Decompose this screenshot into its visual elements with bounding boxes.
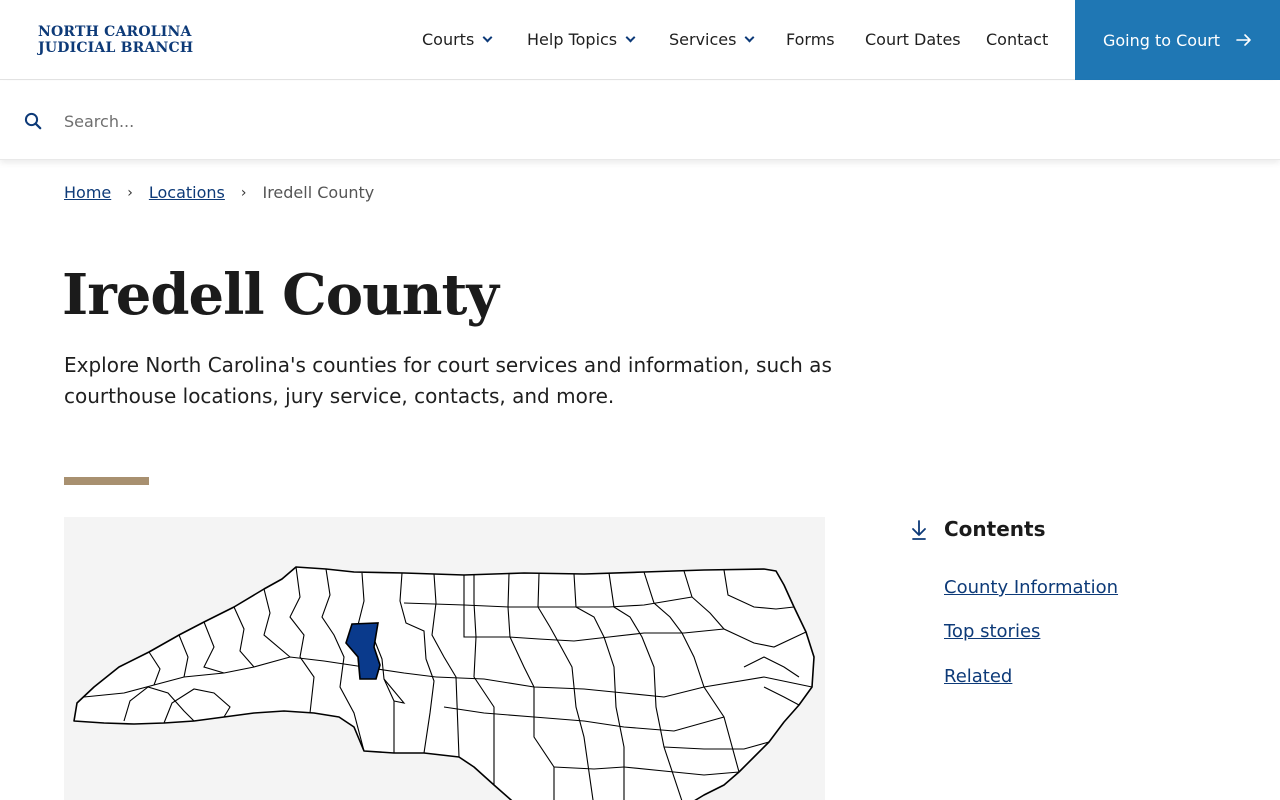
breadcrumb-locations-link[interactable]: Locations <box>149 183 225 202</box>
search-input[interactable] <box>64 107 1244 135</box>
contents-link-related[interactable]: Related <box>944 666 1012 687</box>
breadcrumb-home-link[interactable]: Home <box>64 183 111 202</box>
breadcrumb: Home › Locations › Iredell County <box>64 183 374 202</box>
contents-heading: Contents <box>944 517 1046 541</box>
chevron-right-icon: › <box>127 184 133 201</box>
north-carolina-map-illustration <box>73 566 815 800</box>
logo-line-1: NORTH CAROLINA <box>38 24 192 40</box>
site-header: NORTH CAROLINA JUDICIAL BRANCH Courts He… <box>0 0 1280 80</box>
page-title: Iredell County <box>62 262 499 328</box>
page-intro: Explore North Carolina's counties for co… <box>64 353 832 408</box>
contents-link-top-stories[interactable]: Top stories <box>944 621 1040 642</box>
nav-forms-label: Forms <box>786 30 835 49</box>
nav-courts[interactable]: Courts <box>422 30 493 49</box>
search-bar <box>0 81 1280 160</box>
nav-forms[interactable]: Forms <box>786 30 835 49</box>
nav-help-topics[interactable]: Help Topics <box>527 30 636 49</box>
nav-contact-label: Contact <box>986 30 1049 49</box>
county-map <box>64 517 825 800</box>
chevron-down-icon <box>482 32 493 43</box>
chevron-down-icon <box>745 32 755 43</box>
going-to-court-button[interactable]: Going to Court <box>1075 0 1280 80</box>
contents-link-county-information[interactable]: County Information <box>944 577 1118 598</box>
chevron-down-icon <box>625 32 636 43</box>
nav-services[interactable]: Services <box>669 30 755 49</box>
going-to-court-label: Going to Court <box>1102 30 1221 50</box>
arrow-right-icon <box>1236 34 1251 46</box>
nav-help-topics-label: Help Topics <box>527 30 618 49</box>
nav-court-dates-label: Court Dates <box>865 30 961 49</box>
logo-line-2: JUDICIAL BRANCH <box>38 40 194 56</box>
nav-services-label: Services <box>669 30 737 49</box>
accent-divider <box>64 477 149 485</box>
search-icon[interactable] <box>24 112 42 130</box>
breadcrumb-current: Iredell County <box>262 183 375 202</box>
nav-contact[interactable]: Contact <box>986 30 1048 49</box>
chevron-right-icon: › <box>240 184 247 201</box>
arrow-down-to-line-icon <box>912 520 926 540</box>
nav-court-dates[interactable]: Court Dates <box>865 30 961 49</box>
site-logo[interactable]: NORTH CAROLINA JUDICIAL BRANCH <box>38 24 193 56</box>
nav-courts-label: Courts <box>422 30 475 49</box>
